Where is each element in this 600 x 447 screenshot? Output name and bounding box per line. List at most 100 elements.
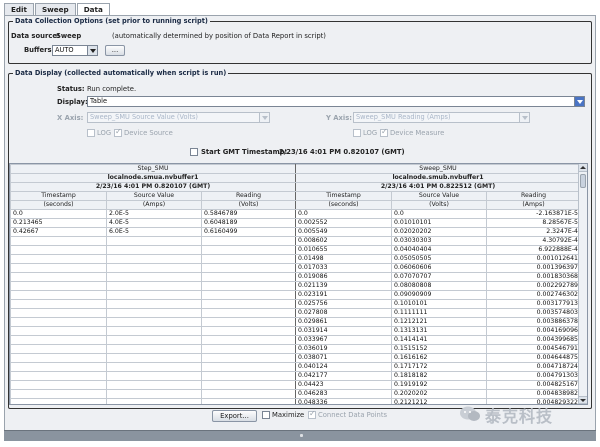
table-row[interactable]: 0.008602 0.03030303 4.30792E-4: [10, 236, 581, 246]
table-cell: 0.038071: [295, 353, 392, 363]
table-cell: [106, 353, 202, 363]
table-cell: [201, 353, 296, 363]
table-cell: [201, 272, 296, 282]
table-cell: [106, 254, 202, 264]
data-display-title: Data Display (collected automatically wh…: [13, 69, 229, 77]
table-cell: 0.1616162: [391, 353, 487, 363]
table-row[interactable]: 0.019086 0.07070707 0.001830368: [10, 272, 581, 282]
table-row[interactable]: 0.017033 0.06060606 0.001396397: [10, 263, 581, 273]
buffers-browse-button[interactable]: ...: [105, 45, 125, 56]
table-cell: 0.019086: [295, 272, 392, 282]
table-cell: [201, 308, 296, 318]
table-row[interactable]: 0.42667 6.0E-5 0.6160499 0.005549 0.02020202…: [10, 227, 581, 237]
table-cell: 8.28567E-5: [486, 218, 581, 228]
column-header[interactable]: Reading: [486, 191, 581, 201]
table-cell: 2.0E-5: [106, 209, 202, 219]
table-cell: [106, 398, 202, 404]
column-header[interactable]: Reading: [201, 191, 296, 201]
table-row[interactable]: 0.027808 0.1111111 0.003574803: [10, 308, 581, 318]
table-cell: 0.003177913: [486, 299, 581, 309]
device-measure-checkbox[interactable]: [380, 127, 388, 137]
table-cell: [201, 398, 296, 404]
table-cell: [106, 299, 202, 309]
table-row[interactable]: 0.042177 0.1818182 0.004791303: [10, 371, 581, 381]
table-cell: 0.0: [295, 209, 392, 219]
table-cell: [201, 380, 296, 390]
table-cell: 0.2020202: [391, 389, 487, 399]
data-collection-title: Data Collection Options (set prior to ru…: [13, 17, 210, 25]
table-cell: 0.004644875: [486, 353, 581, 363]
tab-sweep[interactable]: Sweep: [34, 3, 76, 15]
table-row[interactable]: 0.04423 0.1919192 0.004825167: [10, 380, 581, 390]
column-header[interactable]: Source Value: [391, 191, 487, 201]
buffers-select[interactable]: AUTO: [52, 45, 98, 56]
table-row[interactable]: 0.036019 0.1515152 0.004546791: [10, 344, 581, 354]
table-cell: 0.005549: [295, 227, 392, 237]
y-log-checkbox[interactable]: [353, 129, 361, 137]
table-row[interactable]: 0.010655 0.04040404 6.922888E-4: [10, 245, 581, 255]
table-vertical-scrollbar[interactable]: [578, 164, 587, 404]
tab-bar: Edit Sweep Data: [4, 3, 111, 16]
buffers-label: Buffers:: [24, 46, 55, 54]
y-axis-select[interactable]: Sweep_SMU Reading (Amps): [353, 112, 530, 123]
scroll-up-icon[interactable]: [579, 164, 587, 172]
table-cell: 0.003886378: [486, 317, 581, 327]
column-header[interactable]: Timestamp: [295, 191, 392, 201]
y-axis-label: Y Axis:: [326, 114, 353, 122]
table-cell: 0.1818182: [391, 371, 487, 381]
table-row[interactable]: 0.038071 0.1616162 0.004644875: [10, 353, 581, 363]
table-row[interactable]: 0.023191 0.09090909 0.002746302: [10, 290, 581, 300]
table-cell: 0.040124: [295, 362, 392, 372]
table-cell: 0.1313131: [391, 326, 487, 336]
column-header[interactable]: Source Value: [106, 191, 202, 201]
data-table[interactable]: Step_SMU Sweep_SMU localnode.smua.nvbuff…: [9, 163, 588, 405]
column-header[interactable]: Timestamp: [10, 191, 107, 201]
table-cell: 0.0: [10, 209, 107, 219]
table-row[interactable]: 0.046283 0.2020202 0.004838982: [10, 389, 581, 399]
maximize-checkbox[interactable]: [262, 411, 270, 419]
start-gmt-checkbox[interactable]: [190, 148, 198, 156]
panel-resize-handle[interactable]: [4, 430, 596, 441]
step-smu-timestamp: 2/23/16 4:01 PM 0.820107 (GMT): [10, 182, 296, 192]
table-row[interactable]: 0.029861 0.1212121 0.003886378: [10, 317, 581, 327]
table-row[interactable]: 0.0 2.0E-5 0.5846789 0.0 0.0 -2.163871E-5: [10, 209, 581, 219]
table-cell: 0.01010101: [391, 218, 487, 228]
table-row[interactable]: 0.040124 0.1717172 0.004718724: [10, 362, 581, 372]
table-row[interactable]: 0.031914 0.1313131 0.004169096: [10, 326, 581, 336]
watermark: 泰克科技: [459, 403, 591, 427]
table-cell: 4.30792E-4: [486, 236, 581, 246]
x-log-label: LOG: [97, 129, 112, 137]
table-cell: [106, 317, 202, 327]
table-cell: [106, 362, 202, 372]
scroll-thumb[interactable]: [580, 174, 586, 188]
x-log-checkbox[interactable]: [87, 129, 95, 137]
table-cell: [10, 299, 107, 309]
table-cell: [106, 308, 202, 318]
display-select[interactable]: Table: [87, 96, 585, 107]
connect-data-points-checkbox[interactable]: [308, 409, 316, 419]
x-axis-select[interactable]: Sweep_SMU Source Value (Volts): [87, 112, 270, 123]
buffers-value: AUTO: [55, 46, 74, 54]
tab-edit[interactable]: Edit: [4, 3, 34, 15]
table-cell: 0.033967: [295, 335, 392, 345]
table-row[interactable]: 0.01498 0.05050505 0.001012641: [10, 254, 581, 264]
table-cell: [10, 344, 107, 354]
table-cell: [10, 263, 107, 273]
chevron-down-icon: [259, 113, 269, 122]
table-cell: [106, 281, 202, 291]
table-cell: 0.03030303: [391, 236, 487, 246]
table-cell: 0.023191: [295, 290, 392, 300]
table-row[interactable]: 0.213465 4.0E-5 0.6048189 0.002552 0.0101010…: [10, 218, 581, 228]
table-cell: [106, 245, 202, 255]
start-gmt-value: 2/23/16 4:01 PM 0.820107 (GMT): [279, 148, 405, 156]
data-source-value: Sweep: [56, 32, 82, 40]
display-label: Display:: [57, 98, 88, 106]
table-cell: 6.922888E-4: [486, 245, 581, 255]
table-row[interactable]: 0.021139 0.08080808 0.002292789: [10, 281, 581, 291]
device-source-checkbox[interactable]: [114, 127, 122, 137]
table-cell: 0.001396397: [486, 263, 581, 273]
table-row[interactable]: 0.025756 0.1010101 0.003177913: [10, 299, 581, 309]
export-button[interactable]: Export...: [212, 410, 257, 422]
table-cell: [201, 389, 296, 399]
table-row[interactable]: 0.033967 0.1414141 0.004399685: [10, 335, 581, 345]
